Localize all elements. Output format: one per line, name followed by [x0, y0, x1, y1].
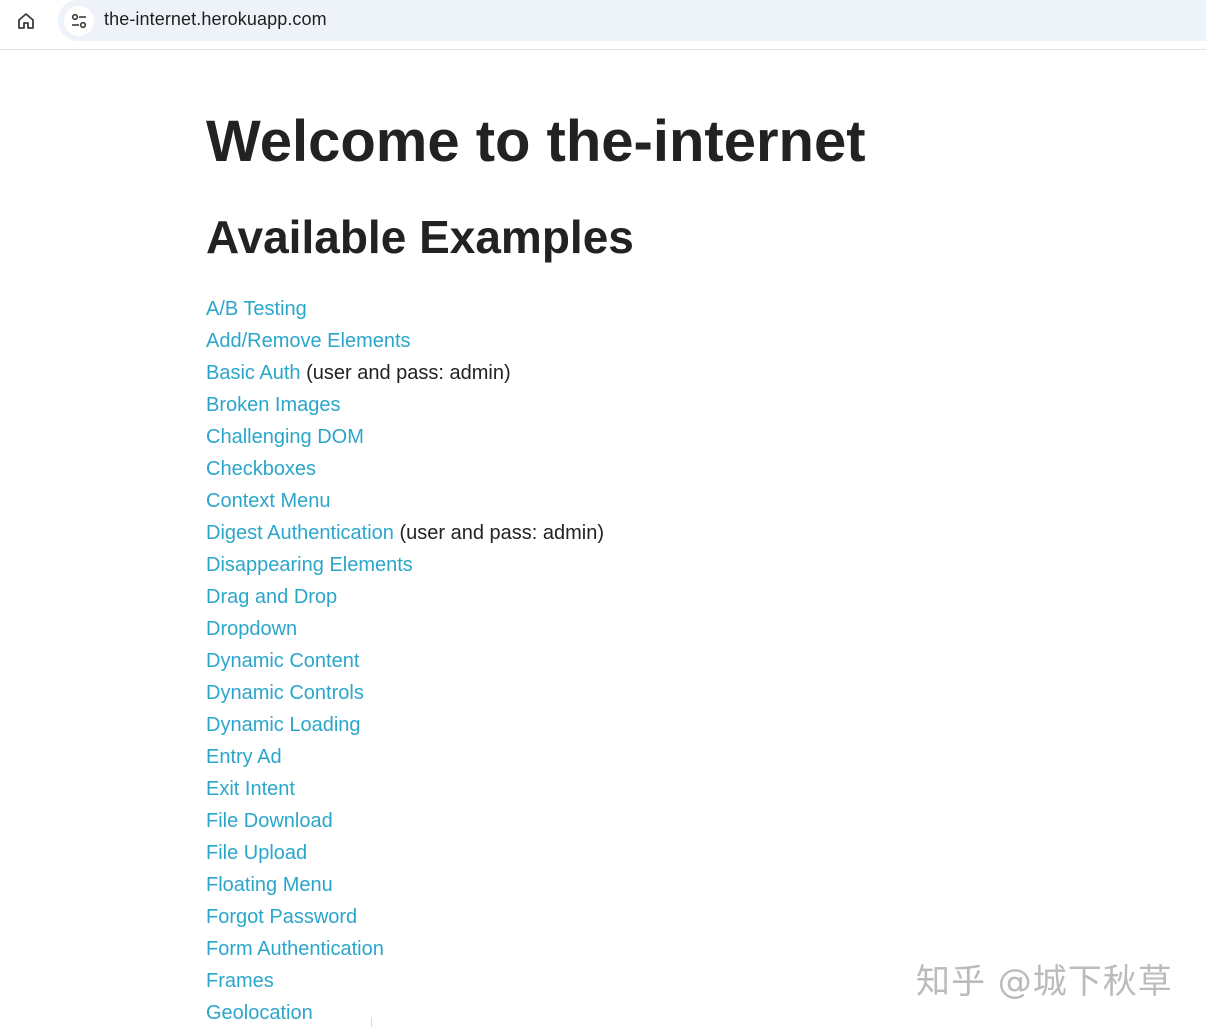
list-item: Context Menu: [206, 487, 604, 519]
list-item: Geolocation: [206, 999, 604, 1031]
list-item: Form Authentication: [206, 935, 604, 967]
example-link[interactable]: Forgot Password: [206, 906, 357, 928]
example-link[interactable]: Exit Intent: [206, 778, 295, 800]
example-link[interactable]: Basic Auth: [206, 362, 301, 384]
list-item: Exit Intent: [206, 775, 604, 807]
example-link[interactable]: A/B Testing: [206, 298, 307, 320]
example-link[interactable]: File Download: [206, 810, 333, 832]
browser-toolbar: the-internet.herokuapp.com: [0, 0, 1206, 50]
list-item: Dynamic Controls: [206, 679, 604, 711]
page-title: Welcome to the-internet: [206, 109, 866, 174]
example-link[interactable]: Digest Authentication: [206, 522, 394, 544]
list-item: Basic Auth (user and pass: admin): [206, 359, 604, 391]
list-item: Forgot Password: [206, 903, 604, 935]
example-link[interactable]: Drag and Drop: [206, 586, 337, 608]
list-item: Broken Images: [206, 391, 604, 423]
example-link[interactable]: Dynamic Controls: [206, 682, 364, 704]
page-subtitle: Available Examples: [206, 211, 634, 263]
address-bar[interactable]: the-internet.herokuapp.com: [58, 0, 1206, 41]
example-link[interactable]: Disappearing Elements: [206, 554, 413, 576]
watermark: 知乎 @城下秋草: [916, 962, 1173, 1002]
example-link[interactable]: Floating Menu: [206, 874, 333, 896]
example-link[interactable]: File Upload: [206, 842, 307, 864]
divider: [371, 1017, 372, 1027]
example-note: (user and pass: admin): [393, 522, 605, 544]
example-link[interactable]: Dynamic Loading: [206, 714, 361, 736]
list-item: Dropdown: [206, 615, 604, 647]
example-link[interactable]: Dropdown: [206, 618, 297, 640]
example-link[interactable]: Entry Ad: [206, 746, 282, 768]
list-item: Floating Menu: [206, 871, 604, 903]
example-note: (user and pass: admin): [300, 362, 511, 384]
example-link[interactable]: Frames: [206, 970, 274, 992]
tune-icon: [71, 13, 87, 29]
list-item: File Download: [206, 807, 604, 839]
list-item: Checkboxes: [206, 455, 604, 487]
list-item: Disappearing Elements: [206, 551, 604, 583]
url-text[interactable]: the-internet.herokuapp.com: [104, 9, 327, 30]
list-item: Dynamic Content: [206, 647, 604, 679]
example-link[interactable]: Checkboxes: [206, 458, 316, 480]
example-link[interactable]: Broken Images: [206, 394, 341, 416]
example-link[interactable]: Dynamic Content: [206, 650, 359, 672]
list-item: Add/Remove Elements: [206, 327, 604, 359]
example-link[interactable]: Context Menu: [206, 490, 331, 512]
list-item: Drag and Drop: [206, 583, 604, 615]
list-item: Challenging DOM: [206, 423, 604, 455]
example-link[interactable]: Form Authentication: [206, 938, 384, 960]
list-item: A/B Testing: [206, 295, 604, 327]
list-item: Frames: [206, 967, 604, 999]
list-item: Dynamic Loading: [206, 711, 604, 743]
list-item: File Upload: [206, 839, 604, 871]
list-item: Digest Authentication (user and pass: ad…: [206, 519, 604, 551]
example-link[interactable]: Add/Remove Elements: [206, 330, 411, 352]
home-icon: [18, 13, 34, 29]
home-button[interactable]: [12, 8, 40, 34]
list-item: Entry Ad: [206, 743, 604, 775]
site-info-button[interactable]: [64, 6, 94, 36]
example-link[interactable]: Geolocation: [206, 1002, 313, 1024]
examples-list: A/B Testing Add/Remove Elements Basic Auth…: [206, 295, 604, 1031]
example-link[interactable]: Challenging DOM: [206, 426, 364, 448]
